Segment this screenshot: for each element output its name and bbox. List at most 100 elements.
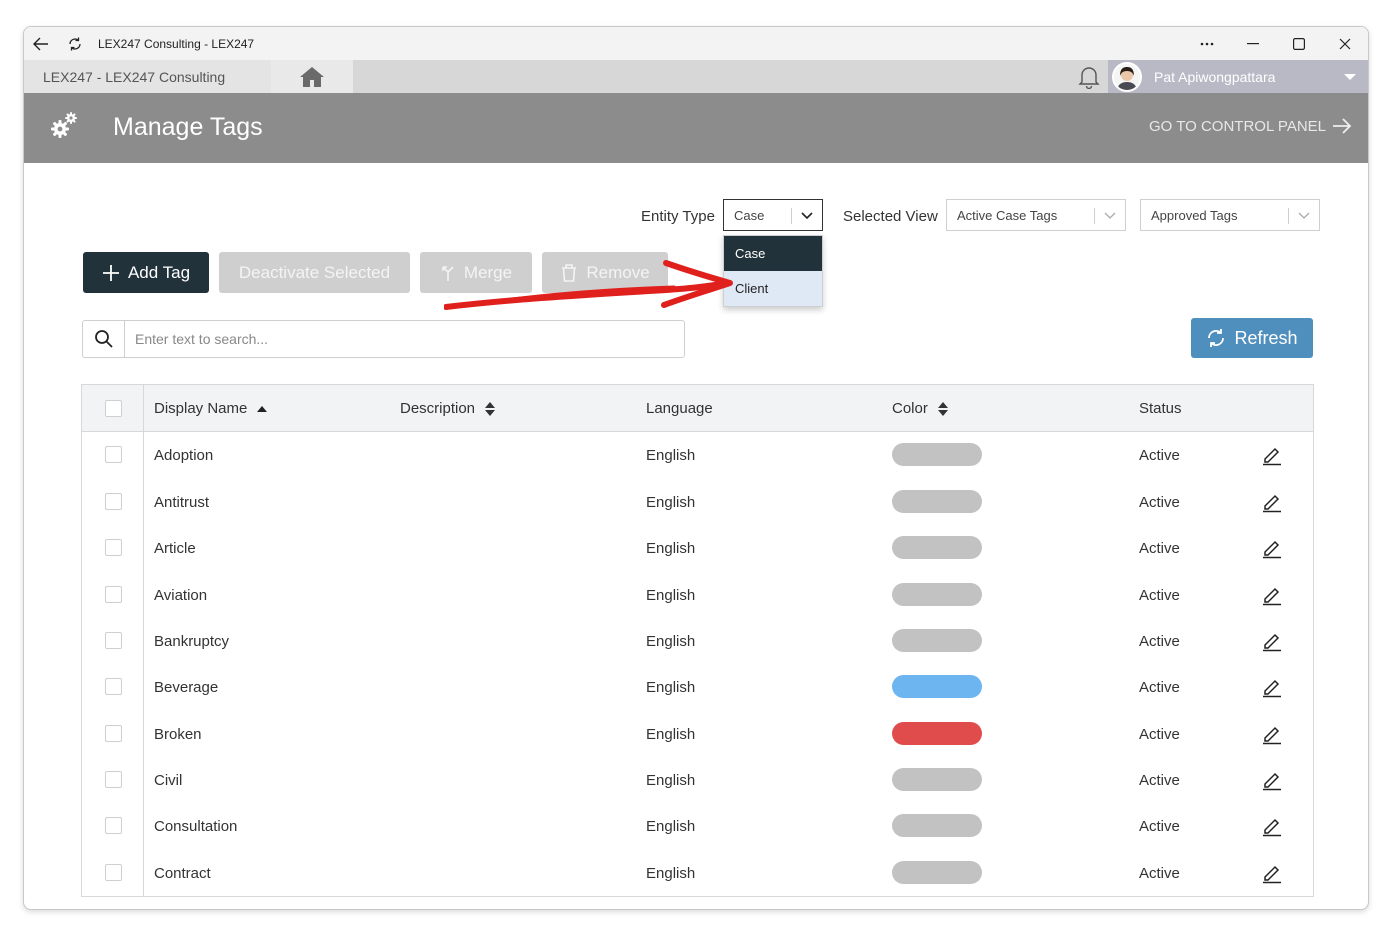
cell-display-name: Consultation xyxy=(154,817,238,835)
cell-language: English xyxy=(646,864,696,882)
row-checkbox[interactable] xyxy=(105,539,122,556)
cell-language: English xyxy=(646,632,696,650)
sort-asc-icon xyxy=(257,405,268,412)
window-title: LEX247 Consulting - LEX247 xyxy=(98,36,255,51)
edit-pencil-icon[interactable] xyxy=(1262,769,1282,791)
edit-pencil-icon[interactable] xyxy=(1262,862,1282,884)
row-checkbox[interactable] xyxy=(105,817,122,834)
table-row[interactable]: Broken English Active xyxy=(82,711,1313,757)
table-row[interactable]: Consultation English Active xyxy=(82,803,1313,849)
entity-type-label: Entity Type xyxy=(641,208,715,225)
close-icon[interactable] xyxy=(1322,27,1368,60)
edit-pencil-icon[interactable] xyxy=(1262,444,1282,466)
color-swatch xyxy=(892,490,982,513)
cell-language: English xyxy=(646,539,696,557)
cell-display-name: Antitrust xyxy=(154,493,210,511)
arrow-right-icon xyxy=(1333,118,1352,134)
table-row[interactable]: Beverage English Active xyxy=(82,664,1313,710)
entity-type-value: Case xyxy=(734,207,765,223)
edit-pencil-icon[interactable] xyxy=(1262,491,1282,513)
edit-pencil-icon[interactable] xyxy=(1262,630,1282,652)
cell-status: Active xyxy=(1139,446,1180,464)
row-checkbox[interactable] xyxy=(105,586,122,603)
table-row[interactable]: Adoption English Active xyxy=(82,432,1313,478)
cell-status: Active xyxy=(1139,493,1180,511)
sort-icon xyxy=(937,401,948,416)
edit-pencil-icon[interactable] xyxy=(1262,723,1282,745)
row-checkbox[interactable] xyxy=(105,493,122,510)
more-options-icon[interactable] xyxy=(1184,27,1230,60)
title-bar: LEX247 Consulting - LEX247 xyxy=(24,27,1368,60)
column-header-display-name[interactable]: Display Name xyxy=(154,385,268,432)
column-header-language: Language xyxy=(646,400,713,417)
table-row[interactable]: Article English Active xyxy=(82,525,1313,571)
table-row[interactable]: Contract English Active xyxy=(82,850,1313,896)
cell-display-name: Civil xyxy=(154,771,183,789)
color-swatch xyxy=(892,629,982,652)
edit-pencil-icon[interactable] xyxy=(1262,584,1282,606)
cell-language: English xyxy=(646,446,696,464)
deactivate-selected-label: Deactivate Selected xyxy=(238,262,391,282)
column-header-description[interactable]: Description xyxy=(400,385,496,432)
color-swatch xyxy=(892,675,982,698)
maximize-icon[interactable] xyxy=(1276,27,1322,60)
table-row[interactable]: Bankruptcy English Active xyxy=(82,618,1313,664)
row-checkbox[interactable] xyxy=(105,678,122,695)
entity-type-select[interactable]: Case xyxy=(723,199,823,231)
row-checkbox[interactable] xyxy=(105,725,122,742)
color-swatch xyxy=(892,443,982,466)
search-input[interactable] xyxy=(125,321,683,357)
search-icon xyxy=(83,321,125,357)
user-menu[interactable]: Pat Apiwongpattara xyxy=(1108,60,1368,93)
approval-filter-select[interactable]: Approved Tags xyxy=(1140,199,1320,231)
cell-status: Active xyxy=(1139,632,1180,650)
cell-display-name: Bankruptcy xyxy=(154,632,230,650)
color-swatch xyxy=(892,861,982,884)
cell-display-name: Broken xyxy=(154,725,202,743)
avatar xyxy=(1112,61,1142,92)
select-all-checkbox[interactable] xyxy=(105,400,122,417)
cell-status: Active xyxy=(1139,864,1180,882)
add-tag-button[interactable]: Add Tag xyxy=(83,252,209,293)
back-icon[interactable] xyxy=(24,27,58,60)
minimize-icon[interactable] xyxy=(1230,27,1276,60)
bell-icon[interactable] xyxy=(1072,60,1106,93)
color-swatch xyxy=(892,583,982,606)
row-checkbox[interactable] xyxy=(105,446,122,463)
cell-status: Active xyxy=(1139,725,1180,743)
go-to-control-panel-link[interactable]: GO TO CONTROL PANEL xyxy=(1149,117,1352,135)
row-checkbox[interactable] xyxy=(105,632,122,649)
row-checkbox[interactable] xyxy=(105,864,122,881)
column-header-color[interactable]: Color xyxy=(892,385,948,432)
deactivate-selected-button[interactable]: Deactivate Selected xyxy=(219,252,410,293)
table-row[interactable]: Aviation English Active xyxy=(82,572,1313,618)
home-icon[interactable] xyxy=(271,60,353,93)
edit-pencil-icon[interactable] xyxy=(1262,537,1282,559)
cell-language: English xyxy=(646,725,696,743)
selected-view-value: Active Case Tags xyxy=(957,207,1058,223)
selected-view-label: Selected View xyxy=(843,208,938,225)
cell-status: Active xyxy=(1139,817,1180,835)
cell-display-name: Aviation xyxy=(154,586,208,604)
edit-pencil-icon[interactable] xyxy=(1262,676,1282,698)
reload-icon[interactable] xyxy=(58,27,92,60)
cell-status: Active xyxy=(1139,771,1180,789)
cell-status: Active xyxy=(1139,586,1180,604)
row-checkbox[interactable] xyxy=(105,771,122,788)
cell-language: English xyxy=(646,586,696,604)
approval-filter-value: Approved Tags xyxy=(1151,207,1238,223)
refresh-button[interactable]: Refresh xyxy=(1191,318,1313,358)
app-nav-bar: LEX247 - LEX247 Consulting Pat Apiwongpa… xyxy=(24,60,1368,93)
annotation-arrow xyxy=(444,260,733,310)
table-row[interactable]: Antitrust English Active xyxy=(82,479,1313,525)
chevron-down-icon xyxy=(801,212,813,220)
search-box xyxy=(82,320,685,358)
column-header-status: Status xyxy=(1139,400,1182,417)
edit-pencil-icon[interactable] xyxy=(1262,815,1282,837)
add-tag-label: Add Tag xyxy=(127,262,191,282)
color-swatch xyxy=(892,722,982,745)
breadcrumb[interactable]: LEX247 - LEX247 Consulting xyxy=(24,60,271,93)
cell-language: English xyxy=(646,817,696,835)
table-row[interactable]: Civil English Active xyxy=(82,757,1313,803)
selected-view-select[interactable]: Active Case Tags xyxy=(946,199,1126,231)
